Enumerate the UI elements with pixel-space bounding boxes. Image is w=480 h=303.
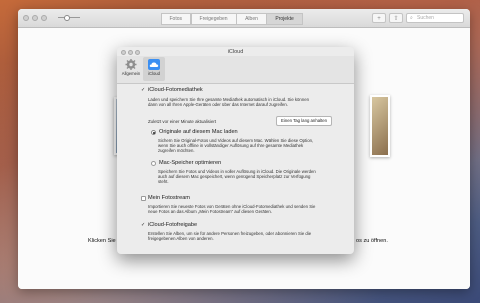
- photostream-checkbox[interactable]: [141, 196, 146, 201]
- tab-shared[interactable]: Freigegeben: [190, 13, 237, 25]
- download-originals-description: Sichern Sie Original-Fotos und Videos au…: [158, 138, 314, 154]
- prefs-title: iCloud: [227, 49, 244, 55]
- photo-sharing-label: iCloud-Fotofreigabe: [148, 222, 198, 228]
- hint-text-start: Klicken Sie: [88, 238, 116, 244]
- prefs-toolbar: Allgemein iCloud: [117, 56, 354, 84]
- photo-sharing-description: Erstellen Sie Alben, um sie für andere P…: [148, 231, 312, 242]
- download-originals-radio[interactable]: [151, 130, 156, 135]
- photos-view-tabs: Fotos Freigegeben Alben Projekte: [160, 13, 303, 25]
- optimize-storage-description: Speichern Sie Fotos und Videos in voller…: [158, 169, 316, 185]
- thumbnail-size-slider[interactable]: [58, 15, 80, 21]
- cloud-icon: [148, 59, 160, 70]
- icloud-library-description: Laden und speichern Sie Ihre gesamte Med…: [148, 97, 309, 108]
- close-window-button[interactable]: [23, 15, 29, 21]
- tab-icloud-label: iCloud: [148, 71, 160, 76]
- tab-general-label: Allgemein: [121, 71, 141, 76]
- icloud-library-label: iCloud-Fotomediathek: [148, 87, 203, 93]
- gear-icon: [125, 59, 137, 70]
- add-button[interactable]: +: [372, 13, 386, 23]
- icloud-library-checkbox[interactable]: ✓: [141, 88, 146, 93]
- zoom-window-button[interactable]: [41, 15, 47, 21]
- photostream-label: Mein Fotostream: [148, 195, 190, 201]
- tab-albums[interactable]: Alben: [236, 13, 267, 25]
- search-icon: ⌕: [410, 15, 413, 21]
- pause-one-day-button[interactable]: Einen Tag lang anhalten: [276, 116, 333, 126]
- download-originals-label: Originale auf diesem Mac laden: [159, 129, 238, 135]
- tab-icloud[interactable]: iCloud: [143, 57, 165, 81]
- optimize-storage-label: Mac-Speicher optimieren: [159, 160, 222, 166]
- tab-photos[interactable]: Fotos: [160, 13, 192, 25]
- hint-text-end: os zu öffnen.: [356, 238, 388, 244]
- search-input[interactable]: ⌕ Suchen: [406, 13, 464, 23]
- photostream-description: Importieren Sie neueste Fotos von Geräte…: [148, 204, 316, 215]
- minimize-window-button[interactable]: [32, 15, 38, 21]
- search-placeholder: Suchen: [417, 15, 434, 21]
- tab-general[interactable]: Allgemein: [120, 57, 142, 81]
- sync-status-text: Zuletzt vor einer Minute aktualisiert: [148, 119, 217, 124]
- photo-sharing-checkbox[interactable]: ✓: [141, 223, 146, 228]
- tab-projects[interactable]: Projekte: [266, 13, 303, 25]
- optimize-storage-radio[interactable]: [151, 161, 156, 166]
- photos-toolbar: Fotos Freigegeben Alben Projekte + ⇧ ⌕ S…: [18, 9, 470, 28]
- album-thumbnail[interactable]: [370, 95, 390, 157]
- icloud-preferences-window: iCloud Allgemein iCloud ✓ iCloud-Fotomed: [117, 47, 354, 254]
- share-button[interactable]: ⇧: [389, 13, 403, 23]
